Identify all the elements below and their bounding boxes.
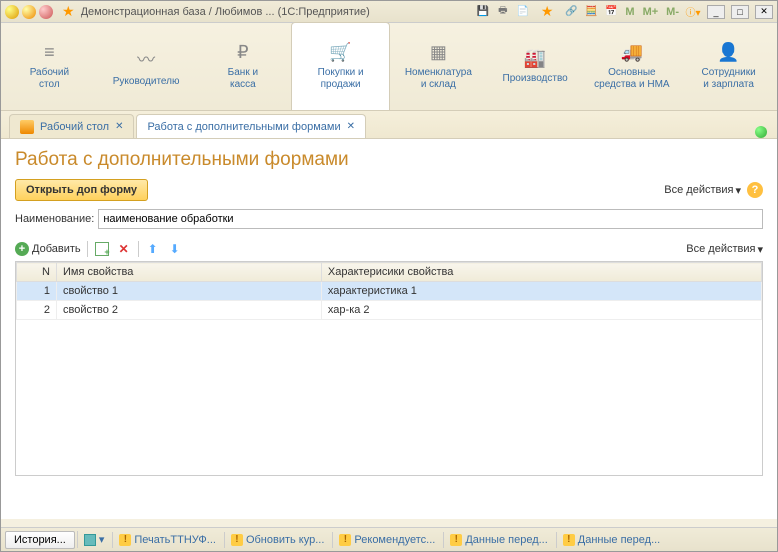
- tab-label: Рабочий стол: [40, 121, 109, 133]
- link-icon[interactable]: 🔗: [563, 4, 579, 20]
- nav-hr[interactable]: 👤Сотрудники и зарплата: [680, 23, 777, 110]
- m-button[interactable]: M: [623, 6, 636, 18]
- window-title: Демонстрационная база / Любимов ... (1С:…: [81, 6, 475, 18]
- sb-item-3[interactable]: !Данные перед...: [443, 532, 553, 548]
- sb-item-1[interactable]: !Обновить кур...: [224, 532, 330, 548]
- truck-icon: 🚚: [621, 42, 643, 63]
- chart-icon: 〰: [137, 46, 155, 72]
- name-input[interactable]: [98, 209, 763, 229]
- grid-icon: ▦: [430, 42, 447, 63]
- table-row[interactable]: 1 свойство 1 характеристика 1: [17, 282, 762, 301]
- delete-button[interactable]: ✕: [116, 241, 132, 257]
- titlebar: ★ Демонстрационная база / Любимов ... (1…: [1, 1, 777, 23]
- info-icon[interactable]: ⓘ▾: [685, 4, 701, 20]
- nav-assets[interactable]: 🚚Основные средства и НМА: [584, 23, 681, 110]
- move-up-button[interactable]: ⬆: [145, 241, 161, 257]
- factory-icon: 🏭: [524, 48, 546, 69]
- nav-manager[interactable]: 〰Руководителю: [98, 23, 195, 110]
- close-button[interactable]: ✕: [755, 5, 773, 19]
- desktop-tab-icon: [20, 120, 34, 134]
- history-button[interactable]: История...: [5, 531, 75, 549]
- nav-stock[interactable]: ▦Номенклатура и склад: [390, 23, 487, 110]
- minimize-button[interactable]: _: [707, 5, 725, 19]
- calc-icon[interactable]: 🧮: [583, 4, 599, 20]
- money-icon: ₽: [237, 42, 248, 63]
- sb-item-4[interactable]: !Данные перед...: [556, 532, 666, 548]
- table-row[interactable]: 2 свойство 2 хар-ка 2: [17, 301, 762, 320]
- nav-sales[interactable]: 🛒Покупки и продажи: [291, 22, 390, 110]
- m-plus-button[interactable]: M+: [641, 6, 661, 18]
- warn-icon: !: [119, 534, 131, 546]
- doc-icon[interactable]: 📄: [515, 4, 531, 20]
- copy-button[interactable]: [94, 241, 110, 257]
- help-icon[interactable]: ?: [747, 182, 763, 198]
- add-button[interactable]: +Добавить: [15, 242, 81, 256]
- copy-icon: [95, 242, 109, 256]
- plus-icon: +: [15, 242, 29, 256]
- col-char[interactable]: Характерисики свойства: [321, 263, 761, 282]
- status-dot-icon[interactable]: [755, 126, 767, 138]
- m-minus-button[interactable]: M-: [664, 6, 681, 18]
- print-icon[interactable]: 🖶: [495, 4, 511, 20]
- col-n[interactable]: N: [17, 263, 57, 282]
- tab-label: Работа с дополнительными формами: [147, 121, 340, 133]
- nav-production[interactable]: 🏭Производство: [487, 23, 584, 110]
- nav-back-icon[interactable]: [22, 5, 36, 19]
- star-icon[interactable]: ★: [541, 3, 554, 20]
- cart-icon: 🛒: [329, 42, 351, 63]
- list-icon: ≡: [44, 42, 55, 63]
- all-actions-menu[interactable]: Все действия▾: [664, 184, 741, 197]
- tabbar: Рабочий стол ✕ Работа с дополнительными …: [1, 111, 777, 139]
- content: Работа с дополнительными формами Открыть…: [1, 139, 777, 519]
- table-all-actions-menu[interactable]: Все действия▾: [686, 243, 763, 256]
- nav-fwd-icon[interactable]: [39, 5, 53, 19]
- properties-table: N Имя свойства Характерисики свойства 1 …: [15, 261, 763, 476]
- navbar: ≡Рабочий стол 〰Руководителю ₽Банк и касс…: [1, 23, 777, 111]
- app-icon: [5, 5, 19, 19]
- sb-item-0[interactable]: !ПечатьТТНУФ...: [112, 532, 222, 548]
- person-icon: 👤: [717, 42, 739, 63]
- page-title: Работа с дополнительными формами: [15, 149, 763, 171]
- sb-item-2[interactable]: !Рекомендуетс...: [332, 532, 441, 548]
- tab-desktop[interactable]: Рабочий стол ✕: [9, 114, 134, 138]
- statusbar: История... ▾ !ПечатьТТНУФ... !Обновить к…: [1, 527, 777, 551]
- move-down-button[interactable]: ⬇: [167, 241, 183, 257]
- windows-icon: [84, 534, 96, 546]
- tab-forms[interactable]: Работа с дополнительными формами ✕: [136, 114, 366, 138]
- warn-icon: !: [450, 534, 462, 546]
- warn-icon: !: [231, 534, 243, 546]
- nav-desktop[interactable]: ≡Рабочий стол: [1, 23, 98, 110]
- close-icon[interactable]: ✕: [347, 121, 355, 132]
- favorite-icon[interactable]: ★: [62, 3, 75, 20]
- open-form-button[interactable]: Открыть доп форму: [15, 179, 148, 201]
- warn-icon: !: [339, 534, 351, 546]
- calendar-icon[interactable]: 📅: [603, 4, 619, 20]
- save-icon[interactable]: 💾: [475, 4, 491, 20]
- nav-bank[interactable]: ₽Банк и касса: [195, 23, 292, 110]
- warn-icon: !: [563, 534, 575, 546]
- maximize-button[interactable]: □: [731, 5, 749, 19]
- col-name[interactable]: Имя свойства: [57, 263, 322, 282]
- name-label: Наименование:: [15, 213, 94, 225]
- close-icon[interactable]: ✕: [115, 121, 123, 132]
- sb-windows[interactable]: ▾: [77, 531, 111, 548]
